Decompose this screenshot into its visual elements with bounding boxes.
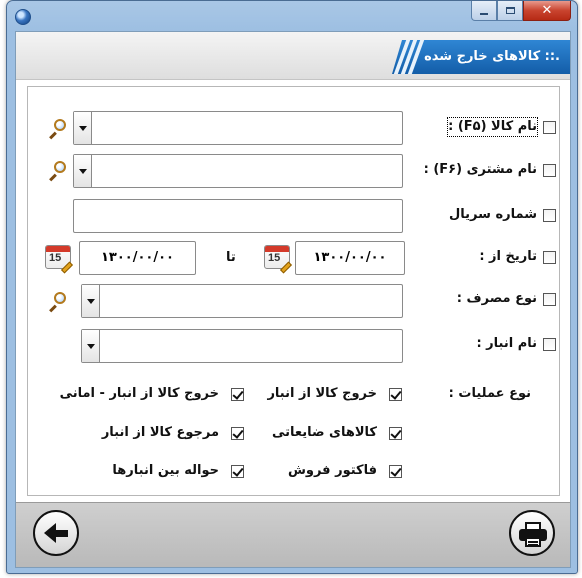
product-name-label: نام کالا (F۵) : bbox=[447, 117, 538, 137]
consumption-type-dropdown-button[interactable] bbox=[82, 285, 100, 317]
op-label-sales-invoice: فاکتور فروش bbox=[287, 463, 377, 478]
product-name-combo[interactable] bbox=[73, 111, 403, 145]
print-button[interactable] bbox=[509, 510, 555, 556]
bottom-toolbar bbox=[16, 502, 570, 567]
back-arrow-icon bbox=[44, 523, 68, 543]
app-window: ✕ .:: کالاهای خارج شده نام کالا (F۵) : ن… bbox=[6, 0, 578, 574]
op-label-warehouse-exit: خروج کالا از انبار bbox=[267, 386, 377, 401]
operation-type-label: نوع عملیات : bbox=[448, 386, 531, 401]
consumption-search-icon[interactable] bbox=[47, 291, 67, 313]
serial-checkbox[interactable] bbox=[543, 209, 556, 222]
op-label-warehouse-return: مرجوع کالا از انبار bbox=[101, 425, 219, 440]
op-checkbox-warehouse-exit[interactable] bbox=[389, 388, 402, 401]
date-from-input[interactable]: ۱۳۰۰/۰۰/۰۰ bbox=[295, 241, 405, 275]
warehouse-combo[interactable] bbox=[81, 329, 403, 363]
op-checkbox-sales-invoice[interactable] bbox=[389, 465, 402, 478]
maximize-button[interactable] bbox=[497, 1, 523, 21]
close-icon: ✕ bbox=[541, 3, 553, 18]
op-checkbox-waste-goods[interactable] bbox=[389, 427, 402, 440]
op-checkbox-warehouse-exit-trust[interactable] bbox=[231, 388, 244, 401]
form-title-ribbon: .:: کالاهای خارج شده bbox=[392, 40, 570, 74]
consumption-type-label: نوع مصرف : bbox=[456, 291, 537, 306]
date-to-calendar-icon[interactable]: 15 bbox=[45, 245, 74, 274]
serial-label: شماره سریال bbox=[449, 207, 537, 222]
warehouse-checkbox[interactable] bbox=[543, 338, 556, 351]
product-search-icon[interactable] bbox=[47, 118, 67, 140]
window-controls: ✕ bbox=[471, 1, 571, 21]
customer-name-combo[interactable] bbox=[73, 154, 403, 188]
product-name-checkbox[interactable] bbox=[543, 121, 556, 134]
client-area: .:: کالاهای خارج شده نام کالا (F۵) : نام… bbox=[15, 31, 571, 568]
title-bar: ✕ bbox=[7, 1, 577, 31]
date-to-label: تا bbox=[226, 250, 236, 265]
back-button[interactable] bbox=[33, 510, 79, 556]
op-label-warehouse-exit-trust: خروج کالا از انبار - امانی bbox=[59, 386, 219, 401]
op-label-inter-warehouse-transfer: حواله بین انبارها bbox=[112, 463, 219, 478]
date-from-calendar-icon[interactable]: 15 bbox=[264, 245, 293, 274]
serial-input[interactable] bbox=[73, 199, 403, 233]
customer-name-checkbox[interactable] bbox=[543, 164, 556, 177]
warehouse-label: نام انبار : bbox=[476, 336, 537, 351]
product-name-dropdown-button[interactable] bbox=[74, 112, 92, 144]
printer-icon bbox=[519, 521, 547, 547]
date-from-label: تاریخ از : bbox=[479, 249, 537, 264]
minimize-icon bbox=[480, 12, 488, 15]
header-band: .:: کالاهای خارج شده bbox=[16, 32, 570, 80]
customer-search-icon[interactable] bbox=[47, 160, 67, 182]
op-checkbox-warehouse-return[interactable] bbox=[231, 427, 244, 440]
customer-name-label: نام مشتری (F۶) : bbox=[423, 162, 537, 177]
op-label-waste-goods: کالاهای ضایعاتی bbox=[271, 425, 377, 440]
filter-panel: نام کالا (F۵) : نام مشتری (F۶) : شماره س… bbox=[27, 86, 560, 496]
consumption-type-checkbox[interactable] bbox=[543, 293, 556, 306]
close-button[interactable]: ✕ bbox=[523, 1, 571, 21]
minimize-button[interactable] bbox=[471, 1, 497, 21]
date-range-checkbox[interactable] bbox=[543, 251, 556, 264]
maximize-icon bbox=[505, 7, 515, 14]
consumption-type-combo[interactable] bbox=[81, 284, 403, 318]
app-icon bbox=[15, 9, 31, 25]
warehouse-dropdown-button[interactable] bbox=[82, 330, 100, 362]
customer-name-dropdown-button[interactable] bbox=[74, 155, 92, 187]
date-to-input[interactable]: ۱۳۰۰/۰۰/۰۰ bbox=[79, 241, 196, 275]
ribbon-stripes bbox=[392, 40, 425, 74]
form-title: .:: کالاهای خارج شده bbox=[424, 49, 560, 64]
op-checkbox-inter-warehouse-transfer[interactable] bbox=[231, 465, 244, 478]
